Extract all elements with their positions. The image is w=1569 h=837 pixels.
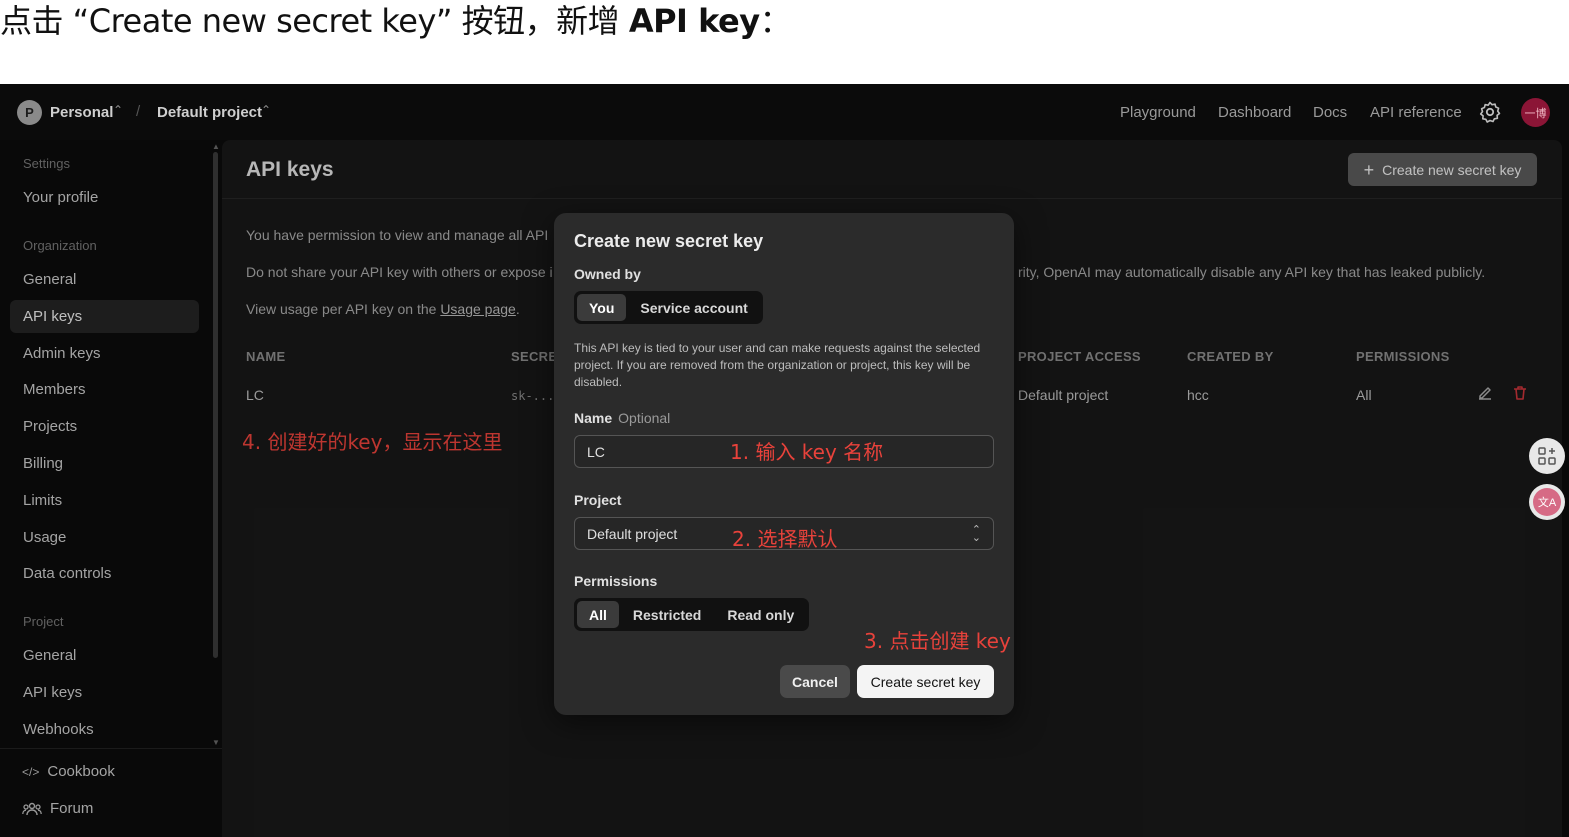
- org-avatar[interactable]: P: [17, 100, 42, 125]
- nav-link-api-reference[interactable]: API reference: [1370, 104, 1462, 121]
- top-nav: P Personal ⌃ / Default project ⌃ Playgro…: [0, 84, 1569, 140]
- permission-read-only[interactable]: Read only: [715, 601, 806, 628]
- permissions-label: Permissions: [574, 573, 658, 589]
- user-avatar[interactable]: 一博: [1521, 98, 1550, 127]
- caption-suffix: ：: [759, 2, 792, 40]
- owned-by-toggle: You Service account: [574, 291, 763, 324]
- permission-restricted[interactable]: Restricted: [621, 601, 713, 628]
- org-chevron-icon[interactable]: ⌃: [113, 103, 123, 117]
- cancel-button[interactable]: Cancel: [780, 665, 850, 698]
- annotation-select-default: 2. 选择默认: [732, 527, 838, 551]
- owned-by-you[interactable]: You: [577, 294, 627, 321]
- gear-icon[interactable]: [1478, 100, 1502, 124]
- annotation-click-create: 3. 点击创建 key: [864, 629, 1011, 653]
- nav-link-playground[interactable]: Playground: [1120, 104, 1196, 121]
- owned-by-label: Owned by: [574, 266, 641, 282]
- app-window: P Personal ⌃ / Default project ⌃ Playgro…: [0, 84, 1569, 837]
- breadcrumb-separator: /: [136, 103, 141, 120]
- permissions-toggle: All Restricted Read only: [574, 598, 810, 631]
- permission-all[interactable]: All: [577, 601, 619, 628]
- project-select-value: Default project: [587, 525, 678, 542]
- translate-icon[interactable]: 文A: [1529, 484, 1565, 520]
- caption-bold: API key: [628, 2, 760, 40]
- chevron-updown-icon: ⌃ ⌄: [971, 524, 981, 544]
- annotation-enter-name: 1. 输入 key 名称: [730, 440, 884, 464]
- project-label: Project: [574, 492, 622, 508]
- caption-prefix: 点击 “Create new secret key” 按钮，新增: [0, 2, 629, 40]
- dialog-description: This API key is tied to your user and ca…: [574, 341, 981, 389]
- caption-bar: 点击 “Create new secret key” 按钮，新增 API key…: [0, 0, 1569, 84]
- owned-by-service-account[interactable]: Service account: [628, 294, 759, 321]
- nav-link-docs[interactable]: Docs: [1313, 104, 1347, 121]
- name-label-text: Name: [574, 410, 613, 426]
- caption-text: 点击 “Create new secret key” 按钮，新增 API key…: [0, 0, 792, 42]
- name-label: Name Optional: [574, 410, 670, 426]
- dialog-title: Create new secret key: [574, 231, 764, 251]
- app-grid-icon[interactable]: [1529, 438, 1565, 474]
- name-optional-hint: Optional: [618, 410, 671, 426]
- nav-link-dashboard[interactable]: Dashboard: [1218, 104, 1291, 121]
- project-chevron-icon[interactable]: ⌃: [261, 103, 271, 117]
- name-input-value: LC: [587, 443, 605, 460]
- project-switcher[interactable]: Default project: [157, 104, 262, 121]
- create-secret-key-button[interactable]: Create secret key: [857, 665, 994, 698]
- org-switcher[interactable]: Personal: [50, 104, 113, 121]
